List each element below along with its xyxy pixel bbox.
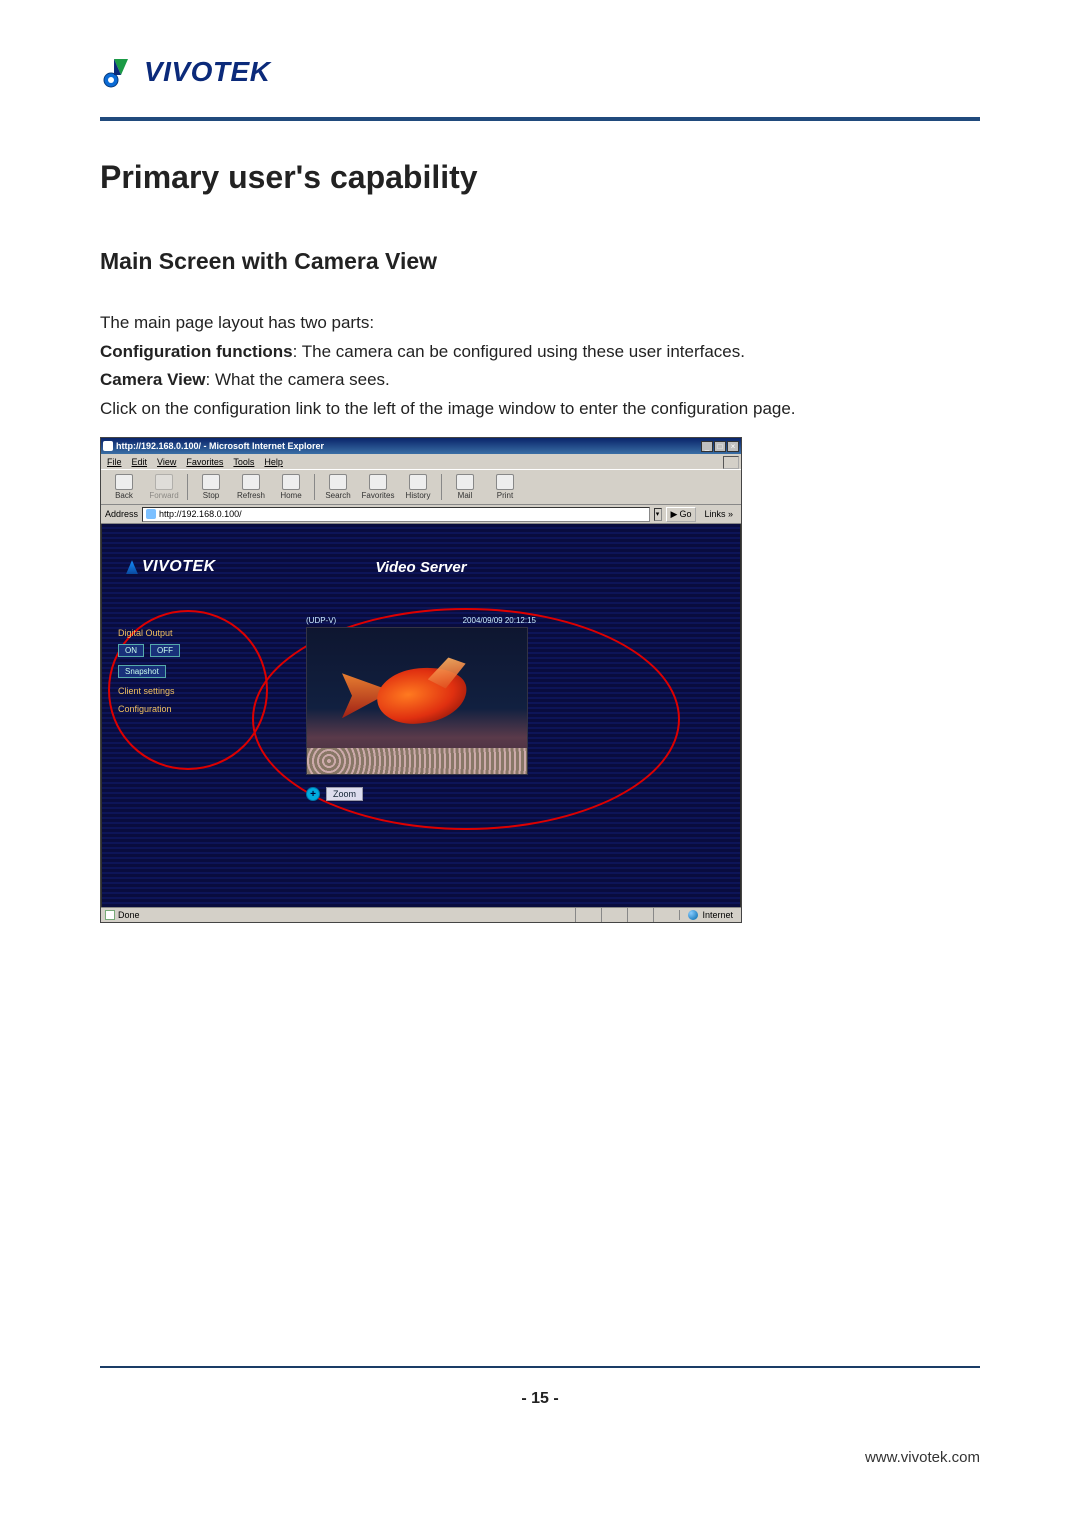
minimize-button[interactable]: _ [701, 441, 713, 452]
ie-page-icon [103, 441, 113, 451]
window-title: http://192.168.0.100/ - Microsoft Intern… [116, 441, 324, 451]
snapshot-button[interactable]: Snapshot [118, 665, 166, 678]
status-text: Done [118, 910, 140, 920]
menu-tools[interactable]: Tools [233, 457, 254, 467]
links-button[interactable]: Links » [700, 509, 737, 519]
header-rule [100, 117, 980, 121]
menu-view[interactable]: View [157, 457, 176, 467]
zone-label: Internet [702, 910, 733, 920]
page-icon [146, 509, 156, 519]
history-button[interactable]: History [399, 474, 437, 500]
page-title: Video Server [102, 559, 740, 576]
refresh-button[interactable]: Refresh [232, 474, 270, 500]
page-number: - 15 - [0, 1390, 1080, 1408]
address-value: http://192.168.0.100/ [159, 509, 242, 519]
camera-view-area: (UDP-V) 2004/09/09 20:12:15 + Zoom [306, 616, 536, 801]
close-button[interactable]: × [727, 441, 739, 452]
print-button[interactable]: Print [486, 474, 524, 500]
address-label: Address [105, 509, 138, 519]
address-dropdown-icon[interactable]: ▾ [654, 508, 662, 521]
configuration-link[interactable]: Configuration [118, 704, 238, 714]
forward-button[interactable]: Forward [145, 474, 183, 500]
page-heading: Primary user's capability [100, 159, 980, 196]
instruction-line: Click on the configuration link to the l… [100, 395, 980, 424]
client-settings-link[interactable]: Client settings [118, 686, 238, 696]
status-cell [601, 908, 627, 923]
back-button[interactable]: Back [105, 474, 143, 500]
digital-output-off-button[interactable]: OFF [150, 644, 180, 657]
status-cell [653, 908, 679, 923]
brand-logo: VIVOTEK [100, 55, 980, 89]
status-cell [627, 908, 653, 923]
address-input[interactable]: http://192.168.0.100/ [142, 507, 650, 522]
config-sidebar: Digital Output ON OFF Snapshot Client se… [118, 628, 238, 714]
menu-edit[interactable]: Edit [132, 457, 148, 467]
aquarium-gravel [307, 748, 527, 774]
internet-zone-icon [688, 910, 698, 920]
menu-favorites[interactable]: Favorites [186, 457, 223, 467]
embedded-screenshot: http://192.168.0.100/ - Microsoft Intern… [100, 437, 742, 923]
menu-file[interactable]: File [107, 457, 122, 467]
ie-throbber-icon [723, 456, 739, 469]
vivotek-mark-icon [100, 55, 134, 89]
video-frame [306, 627, 528, 775]
camera-view-label: Camera View [100, 370, 206, 389]
maximize-button[interactable]: □ [714, 441, 726, 452]
footer-rule [100, 1366, 980, 1368]
page-viewport: VIVOTEK Video Server Digital Output ON O… [102, 524, 740, 907]
section-heading: Main Screen with Camera View [100, 248, 980, 275]
toolbar: Back Forward Stop Refresh Home Search Fa… [101, 469, 741, 505]
mail-button[interactable]: Mail [446, 474, 484, 500]
address-bar: Address http://192.168.0.100/ ▾ ▶Go Link… [101, 505, 741, 524]
video-timestamp: 2004/09/09 20:12:15 [463, 616, 536, 625]
search-button[interactable]: Search [319, 474, 357, 500]
zoom-label: Zoom [326, 787, 363, 801]
go-button[interactable]: ▶Go [666, 507, 697, 522]
home-button[interactable]: Home [272, 474, 310, 500]
camera-view-line: Camera View: What the camera sees. [100, 366, 980, 395]
favorites-button[interactable]: Favorites [359, 474, 397, 500]
footer-url: www.vivotek.com [865, 1449, 980, 1466]
status-cell [575, 908, 601, 923]
menu-help[interactable]: Help [264, 457, 283, 467]
digital-output-label: Digital Output [118, 628, 238, 638]
done-icon [105, 910, 115, 920]
window-titlebar: http://192.168.0.100/ - Microsoft Intern… [101, 438, 741, 454]
brand-name: VIVOTEK [144, 56, 270, 88]
config-line: Configuration functions: The camera can … [100, 338, 980, 367]
zoom-in-button[interactable]: + [306, 787, 320, 801]
video-protocol: (UDP-V) [306, 616, 336, 625]
security-zone: Internet [679, 910, 741, 920]
status-bar: Done Internet [101, 907, 741, 922]
config-functions-label: Configuration functions [100, 342, 293, 361]
menu-bar: File Edit View Favorites Tools Help [101, 454, 741, 469]
intro-line: The main page layout has two parts: [100, 309, 980, 338]
stop-button[interactable]: Stop [192, 474, 230, 500]
digital-output-on-button[interactable]: ON [118, 644, 144, 657]
page-header: VIVOTEK Video Server [102, 546, 740, 588]
